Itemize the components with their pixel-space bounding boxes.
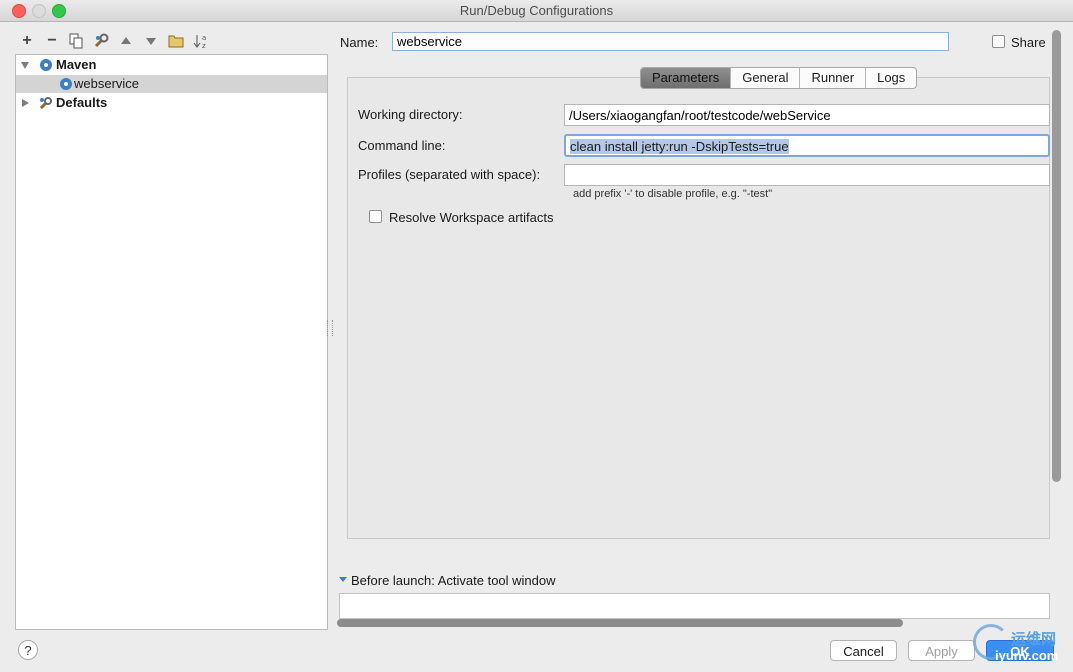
resolve-workspace-checkbox[interactable] [369,210,382,223]
cancel-button[interactable]: Cancel [830,640,897,661]
splitter-handle[interactable] [327,320,333,336]
collapse-arrow-icon[interactable] [22,99,29,107]
expand-arrow-icon[interactable] [21,62,29,69]
horizontal-scrollbar[interactable] [337,619,903,627]
before-launch-toggle-icon[interactable] [339,577,347,582]
resolve-workspace-label: Resolve Workspace artifacts [389,210,554,225]
svg-text:z: z [202,42,206,49]
minus-icon: − [47,32,57,49]
name-label: Name: [340,35,379,50]
before-launch-label: Before launch: Activate tool window [351,573,556,588]
edit-defaults-button[interactable] [91,31,111,51]
svg-text:a: a [202,34,206,42]
profiles-field[interactable] [564,164,1050,186]
vertical-scrollbar[interactable] [1052,30,1061,482]
configuration-tree[interactable]: Maven webservice Defaults [15,54,328,630]
command-line-label: Command line: [358,138,446,153]
copy-button[interactable] [66,31,86,51]
command-line-selection: clean install jetty:run -DskipTests=true [570,139,789,154]
tree-item-webservice[interactable]: webservice [16,75,327,93]
maven-gear-icon [60,78,72,90]
tree-item-label: webservice [74,76,140,91]
name-field[interactable] [392,32,949,51]
help-button[interactable]: ? [18,640,38,660]
tab-bar: Parameters General Runner Logs [640,67,918,89]
working-directory-label: Working directory: [358,107,463,122]
tab-logs[interactable]: Logs [865,68,916,88]
triangle-down-icon [146,38,156,45]
tab-general[interactable]: General [730,68,799,88]
plus-icon: + [22,32,32,49]
tree-item-maven[interactable]: Maven [16,56,327,74]
folder-button[interactable] [166,31,186,51]
sort-az-icon: az [193,34,206,49]
tree-item-label: Defaults [56,95,108,110]
wrench-icon [94,33,109,48]
share-label: Share [1011,35,1046,50]
watermark-text: 运维网 [1011,631,1057,648]
add-button[interactable]: + [17,31,37,51]
window-title: Run/Debug Configurations [459,3,614,18]
before-launch-list[interactable] [339,593,1050,619]
apply-button[interactable]: Apply [908,640,975,661]
working-directory-field[interactable] [564,104,1050,126]
tab-parameters[interactable]: Parameters [641,68,731,88]
profiles-hint: add prefix '-' to disable profile, e.g. … [573,188,773,200]
maven-gear-icon [40,59,52,71]
wrench-icon [39,97,52,110]
triangle-up-icon [121,37,131,44]
command-line-field[interactable]: clean install jetty:run -DskipTests=true [564,134,1050,157]
watermark-subtext: iyunv.com [995,648,1059,663]
share-checkbox[interactable] [992,35,1005,48]
move-down-button[interactable] [141,31,161,51]
tab-runner[interactable]: Runner [799,68,865,88]
remove-button[interactable]: − [42,31,62,51]
profiles-label: Profiles (separated with space): [358,167,541,182]
tree-item-label: Maven [56,57,97,72]
folder-icon [168,35,184,48]
tree-item-defaults[interactable]: Defaults [16,94,327,112]
copy-icon [69,33,83,49]
sort-button[interactable]: az [191,31,211,51]
move-up-button[interactable] [116,31,136,51]
